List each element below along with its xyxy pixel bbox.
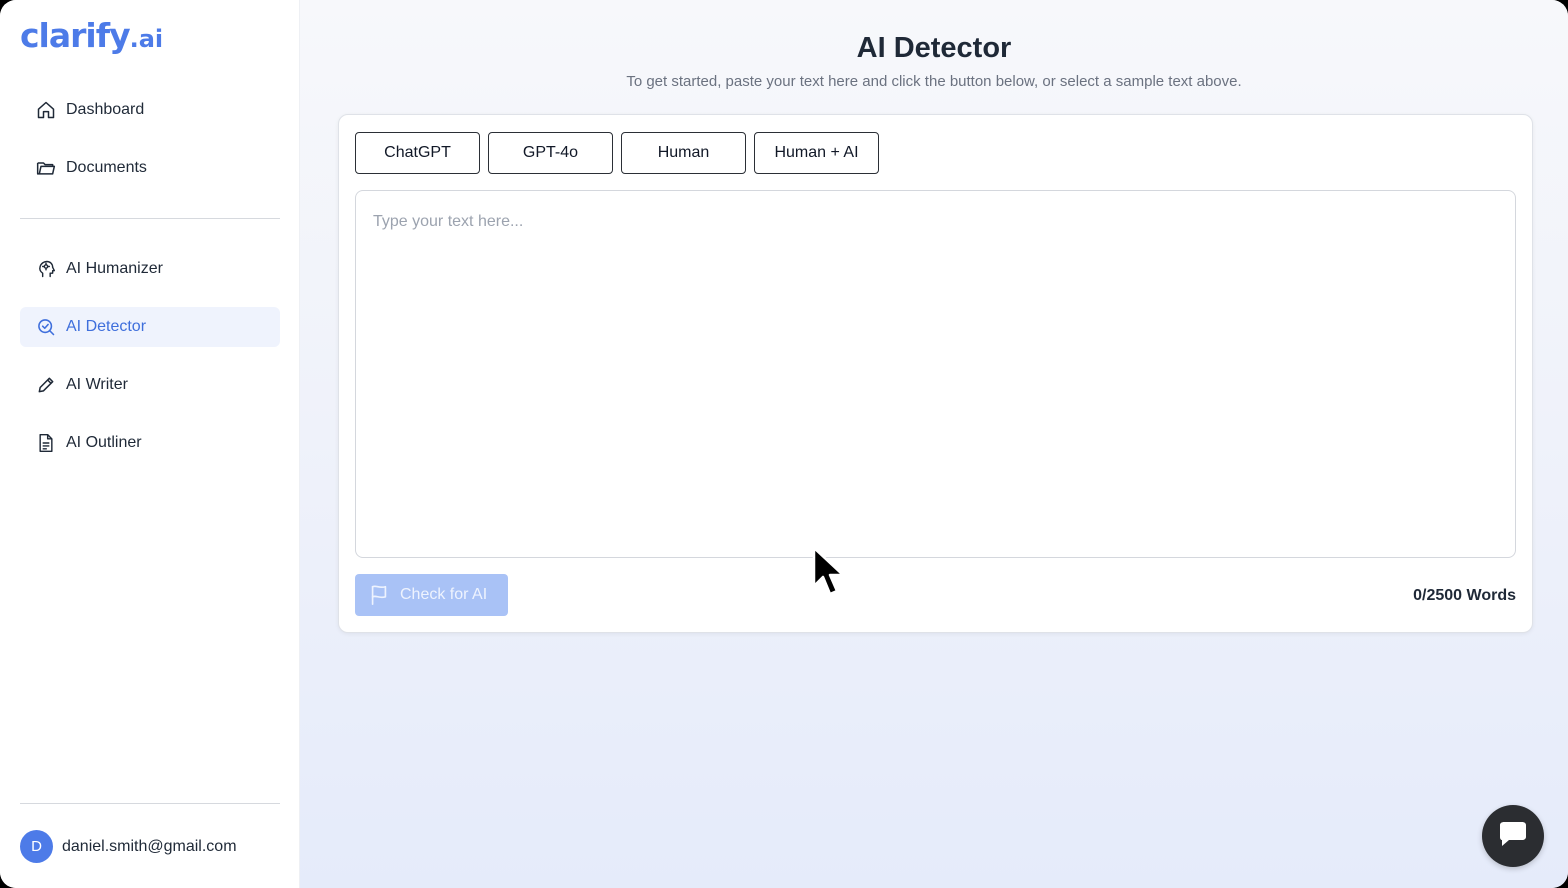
word-count: 0/2500 Words (1413, 587, 1516, 604)
flag-icon (368, 584, 390, 606)
page-title: AI Detector (856, 32, 1012, 64)
primary-nav: Dashboard Documents (20, 90, 280, 206)
chat-support-button[interactable] (1482, 805, 1544, 867)
sidebar-item-documents[interactable]: Documents (20, 148, 280, 188)
sidebar-item-label: Documents (66, 159, 147, 176)
avatar: D (20, 830, 53, 863)
sidebar-item-label: AI Outliner (66, 434, 142, 451)
home-icon (36, 100, 56, 120)
main-content: AI Detector To get started, paste your t… (300, 0, 1568, 888)
sidebar-divider (20, 218, 280, 219)
tools-nav: AI Humanizer AI Detector AI Writer AI Ou… (20, 249, 280, 481)
chat-icon (1497, 819, 1529, 854)
folder-icon (36, 158, 56, 178)
sidebar-item-ai-writer[interactable]: AI Writer (20, 365, 280, 405)
head-icon (36, 259, 56, 279)
detector-card: ChatGPT GPT-4o Human Human + AI Check fo… (338, 114, 1533, 633)
sidebar-item-ai-humanizer[interactable]: AI Humanizer (20, 249, 280, 289)
sidebar-item-label: AI Writer (66, 376, 128, 393)
sample-text-buttons: ChatGPT GPT-4o Human Human + AI (355, 132, 887, 174)
sample-chatgpt-button[interactable]: ChatGPT (355, 132, 480, 174)
sidebar-item-label: Dashboard (66, 101, 145, 118)
document-icon (36, 433, 56, 453)
sidebar-item-label: AI Detector (66, 318, 147, 335)
sidebar-item-label: AI Humanizer (66, 260, 163, 277)
pencil-icon (36, 375, 56, 395)
sample-gpt-4o-button[interactable]: GPT-4o (488, 132, 613, 174)
sidebar-item-dashboard[interactable]: Dashboard (20, 90, 280, 130)
page-subtitle: To get started, paste your text here and… (626, 73, 1242, 90)
text-input[interactable] (355, 190, 1516, 558)
check-for-ai-button[interactable]: Check for AI (355, 574, 508, 616)
sidebar: clarify.ai Dashboard Documents AI Humani… (0, 0, 300, 888)
brand-logo[interactable]: clarify.ai (20, 16, 163, 55)
user-email: daniel.smith@gmail.com (62, 837, 237, 855)
app-window: clarify.ai Dashboard Documents AI Humani… (0, 0, 1568, 888)
user-account[interactable]: D daniel.smith@gmail.com (20, 830, 237, 863)
brand-suffix: .ai (129, 25, 164, 53)
brand-name: clarify (20, 16, 131, 55)
check-button-label: Check for AI (400, 586, 488, 603)
sidebar-item-ai-detector[interactable]: AI Detector (20, 307, 280, 347)
sidebar-item-ai-outliner[interactable]: AI Outliner (20, 423, 280, 463)
sample-human-ai-button[interactable]: Human + AI (754, 132, 879, 174)
search-check-icon (36, 317, 56, 337)
sidebar-footer-divider (20, 803, 280, 804)
sample-human-button[interactable]: Human (621, 132, 746, 174)
